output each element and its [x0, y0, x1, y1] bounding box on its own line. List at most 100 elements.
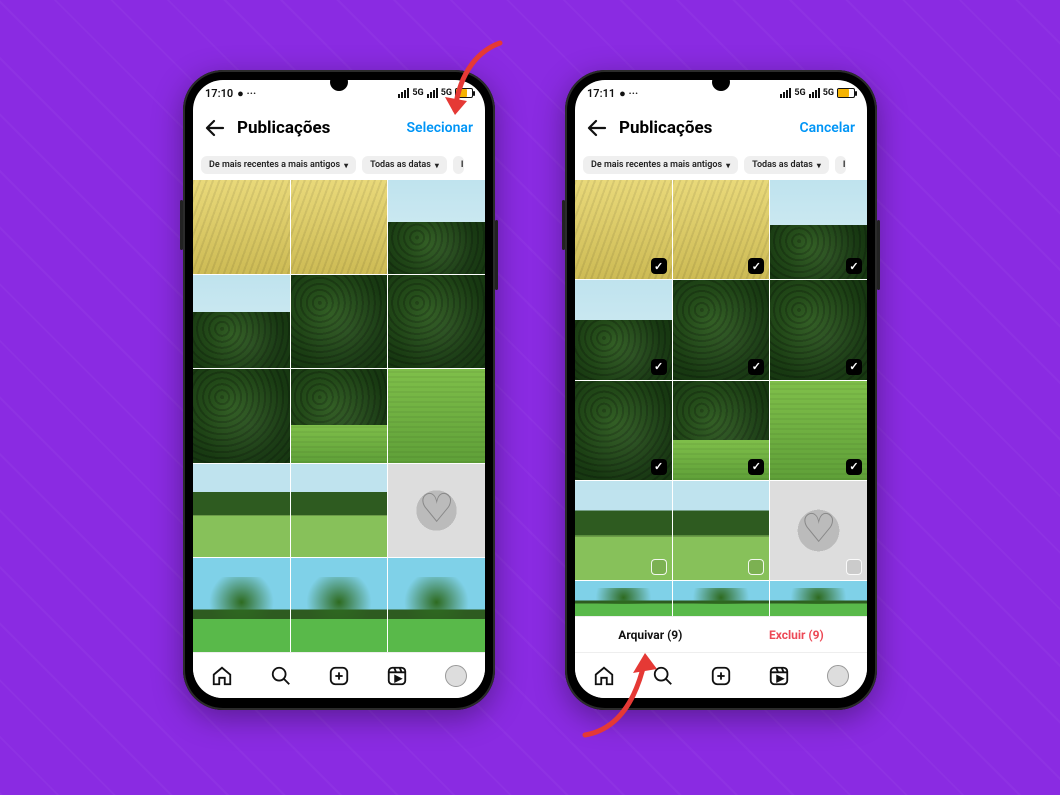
signal-bars-icon [809, 88, 820, 98]
post-thumbnail[interactable] [193, 464, 290, 558]
dates-chip[interactable]: Todas as datas ▾ [744, 156, 829, 174]
post-thumbnail[interactable]: ✓ [770, 381, 867, 480]
dates-chip[interactable]: Todas as datas ▾ [362, 156, 447, 174]
selected-check-icon[interactable]: ✓ [651, 258, 667, 274]
status-time: 17:10 [205, 87, 233, 100]
post-thumbnail[interactable]: ✓ [575, 381, 672, 480]
reels-icon[interactable] [386, 665, 408, 687]
create-icon[interactable] [328, 665, 350, 687]
battery-icon [837, 88, 855, 98]
sort-chip[interactable]: De mais recentes a mais antigos ▾ [201, 156, 356, 174]
chevron-down-icon: ▾ [344, 161, 348, 170]
post-thumbnail[interactable] [193, 180, 290, 274]
search-icon[interactable] [270, 665, 292, 687]
post-thumbnail[interactable] [193, 558, 290, 652]
back-button[interactable] [585, 116, 609, 140]
selected-check-icon[interactable]: ✓ [651, 459, 667, 475]
chevron-down-icon: ▾ [726, 161, 730, 170]
home-icon[interactable] [593, 665, 615, 687]
select-empty-icon[interactable] [846, 559, 862, 575]
screen-left: 17:10 ● ··· 5G 5G Publicações Selecionar [193, 80, 485, 698]
bottom-nav [193, 652, 485, 698]
select-empty-icon[interactable] [748, 559, 764, 575]
post-thumbnail[interactable] [575, 481, 672, 580]
dates-label: Todas as datas [752, 160, 813, 170]
dates-label: Todas as datas [370, 160, 431, 170]
post-thumbnail[interactable] [291, 180, 388, 274]
post-thumbnail[interactable] [193, 369, 290, 463]
post-thumbnail[interactable] [770, 581, 867, 616]
reels-icon[interactable] [768, 665, 790, 687]
page-title: Publicações [619, 118, 712, 138]
post-thumbnail[interactable] [388, 275, 485, 369]
selected-check-icon[interactable]: ✓ [748, 359, 764, 375]
filter-bar: De mais recentes a mais antigos ▾ Todas … [193, 150, 485, 180]
back-button[interactable] [203, 116, 227, 140]
network-label: 5G [794, 88, 805, 98]
post-thumbnail[interactable] [575, 581, 672, 616]
screen-right: 17:11 ● ··· 5G 5G Publicações Cancelar [575, 80, 867, 698]
select-button[interactable]: Selecionar [407, 120, 474, 136]
more-chip[interactable]: I [835, 156, 846, 174]
post-thumbnail[interactable]: ✓ [770, 180, 867, 279]
chevron-down-icon: ▾ [435, 161, 439, 170]
search-icon[interactable] [652, 665, 674, 687]
post-thumbnail[interactable]: ✓ [575, 180, 672, 279]
signal-bars-icon [780, 88, 791, 98]
post-thumbnail[interactable] [388, 180, 485, 274]
post-thumbnail[interactable] [291, 275, 388, 369]
delete-button[interactable]: Excluir (9) [769, 628, 824, 642]
post-thumbnail[interactable] [388, 464, 485, 558]
status-dots: ● ··· [619, 87, 638, 100]
chevron-down-icon: ▾ [817, 161, 821, 170]
selected-check-icon[interactable]: ✓ [846, 359, 862, 375]
phone-left: 17:10 ● ··· 5G 5G Publicações Selecionar [183, 70, 495, 710]
network-label: 5G [441, 88, 452, 98]
network-label: 5G [412, 88, 423, 98]
front-camera [333, 76, 345, 88]
post-thumbnail[interactable]: ✓ [673, 180, 770, 279]
post-thumbnail[interactable] [291, 464, 388, 558]
post-thumbnail[interactable]: ✓ [673, 280, 770, 379]
create-icon[interactable] [710, 665, 732, 687]
selection-action-bar: Arquivar (9) Excluir (9) [575, 616, 867, 652]
post-thumbnail[interactable]: ✓ [575, 280, 672, 379]
profile-avatar[interactable] [827, 665, 849, 687]
status-time: 17:11 [587, 87, 615, 100]
post-thumbnail[interactable] [291, 558, 388, 652]
signal-bars-icon [398, 88, 409, 98]
post-thumbnail[interactable] [770, 481, 867, 580]
selected-check-icon[interactable]: ✓ [651, 359, 667, 375]
post-thumbnail[interactable] [673, 581, 770, 616]
battery-icon [455, 88, 473, 98]
post-thumbnail[interactable] [388, 558, 485, 652]
signal-bars-icon [427, 88, 438, 98]
phone-right: 17:11 ● ··· 5G 5G Publicações Cancelar [565, 70, 877, 710]
post-grid-selectable: ✓ ✓ ✓ ✓ ✓ ✓ ✓ ✓ ✓ [575, 180, 867, 616]
archive-button[interactable]: Arquivar (9) [618, 628, 682, 642]
profile-avatar[interactable] [445, 665, 467, 687]
post-thumbnail[interactable] [291, 369, 388, 463]
select-empty-icon[interactable] [651, 559, 667, 575]
cancel-button[interactable]: Cancelar [799, 120, 855, 136]
sort-label: De mais recentes a mais antigos [591, 160, 722, 170]
selected-check-icon[interactable]: ✓ [748, 258, 764, 274]
titlebar: Publicações Selecionar [193, 106, 485, 150]
post-thumbnail[interactable]: ✓ [673, 381, 770, 480]
selected-check-icon[interactable]: ✓ [846, 459, 862, 475]
post-thumbnail[interactable]: ✓ [770, 280, 867, 379]
post-thumbnail[interactable] [388, 369, 485, 463]
selected-check-icon[interactable]: ✓ [748, 459, 764, 475]
sort-label: De mais recentes a mais antigos [209, 160, 340, 170]
home-icon[interactable] [211, 665, 233, 687]
post-grid [193, 180, 485, 652]
network-label: 5G [823, 88, 834, 98]
post-thumbnail[interactable] [673, 481, 770, 580]
post-thumbnail[interactable] [193, 275, 290, 369]
bottom-nav [575, 652, 867, 698]
front-camera [715, 76, 727, 88]
page-title: Publicações [237, 118, 330, 138]
more-chip[interactable]: I [453, 156, 464, 174]
selected-check-icon[interactable]: ✓ [846, 258, 862, 274]
sort-chip[interactable]: De mais recentes a mais antigos ▾ [583, 156, 738, 174]
